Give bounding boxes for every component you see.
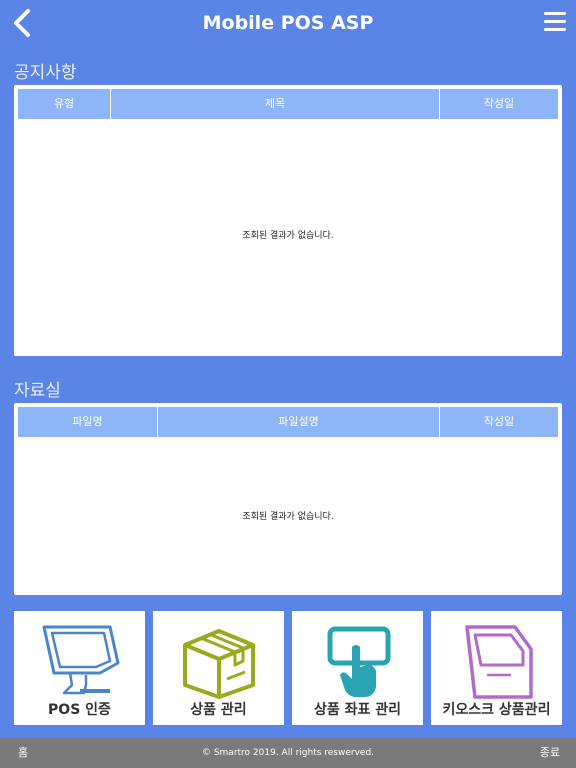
menu-row: POS 인증 상품 관리 상품 좌표 관리 키오스크 상품관리: [14, 611, 562, 725]
kiosk-icon: [465, 625, 533, 699]
archive-col-description[interactable]: 파일설명: [158, 407, 440, 437]
touch-screen-icon: [327, 626, 391, 697]
kiosk-product-manage-label: 키오스크 상품관리: [442, 702, 551, 718]
box-icon: [183, 629, 255, 699]
product-manage-button[interactable]: 상품 관리: [153, 611, 284, 725]
archive-empty-message: 조회된 결과가 없습니다.: [242, 512, 334, 522]
archive-section-title: 자료실: [14, 381, 61, 401]
page-title: Mobile POS ASP: [202, 12, 374, 34]
copyright-text: © Smartro 2019. All rights reswerved.: [201, 748, 375, 758]
notice-section-title: 공지사항: [14, 63, 77, 83]
notice-col-type[interactable]: 유형: [18, 89, 111, 119]
kiosk-product-manage-button[interactable]: 키오스크 상품관리: [431, 611, 562, 725]
hamburger-icon: [544, 12, 566, 15]
product-manage-label: 상품 관리: [190, 702, 247, 718]
product-coord-manage-button[interactable]: 상품 좌표 관리: [292, 611, 423, 725]
app-header: Mobile POS ASP: [0, 0, 576, 48]
archive-col-filename[interactable]: 파일명: [18, 407, 158, 437]
notice-col-date[interactable]: 작성일: [440, 89, 558, 119]
archive-panel: 파일명 파일설명 작성일 조회된 결과가 없습니다.: [14, 403, 562, 595]
archive-col-date[interactable]: 작성일: [440, 407, 558, 437]
notice-col-title[interactable]: 제목: [111, 89, 440, 119]
pos-terminal-icon: [42, 625, 120, 695]
notice-panel: 유형 제목 작성일 조회된 결과가 없습니다.: [14, 85, 562, 356]
archive-table-header: 파일명 파일설명 작성일: [18, 407, 558, 437]
footer-bar: 홈 © Smartro 2019. All rights reswerved. …: [0, 738, 576, 768]
notice-table-header: 유형 제목 작성일: [18, 89, 558, 119]
product-coord-manage-label: 상품 좌표 관리: [313, 702, 402, 718]
hamburger-menu-button[interactable]: [544, 12, 566, 34]
pos-auth-label: POS 인증: [48, 702, 111, 718]
notice-empty-message: 조회된 결과가 없습니다.: [242, 231, 334, 241]
pos-auth-button[interactable]: POS 인증: [14, 611, 145, 725]
exit-button[interactable]: 종료: [540, 738, 560, 768]
